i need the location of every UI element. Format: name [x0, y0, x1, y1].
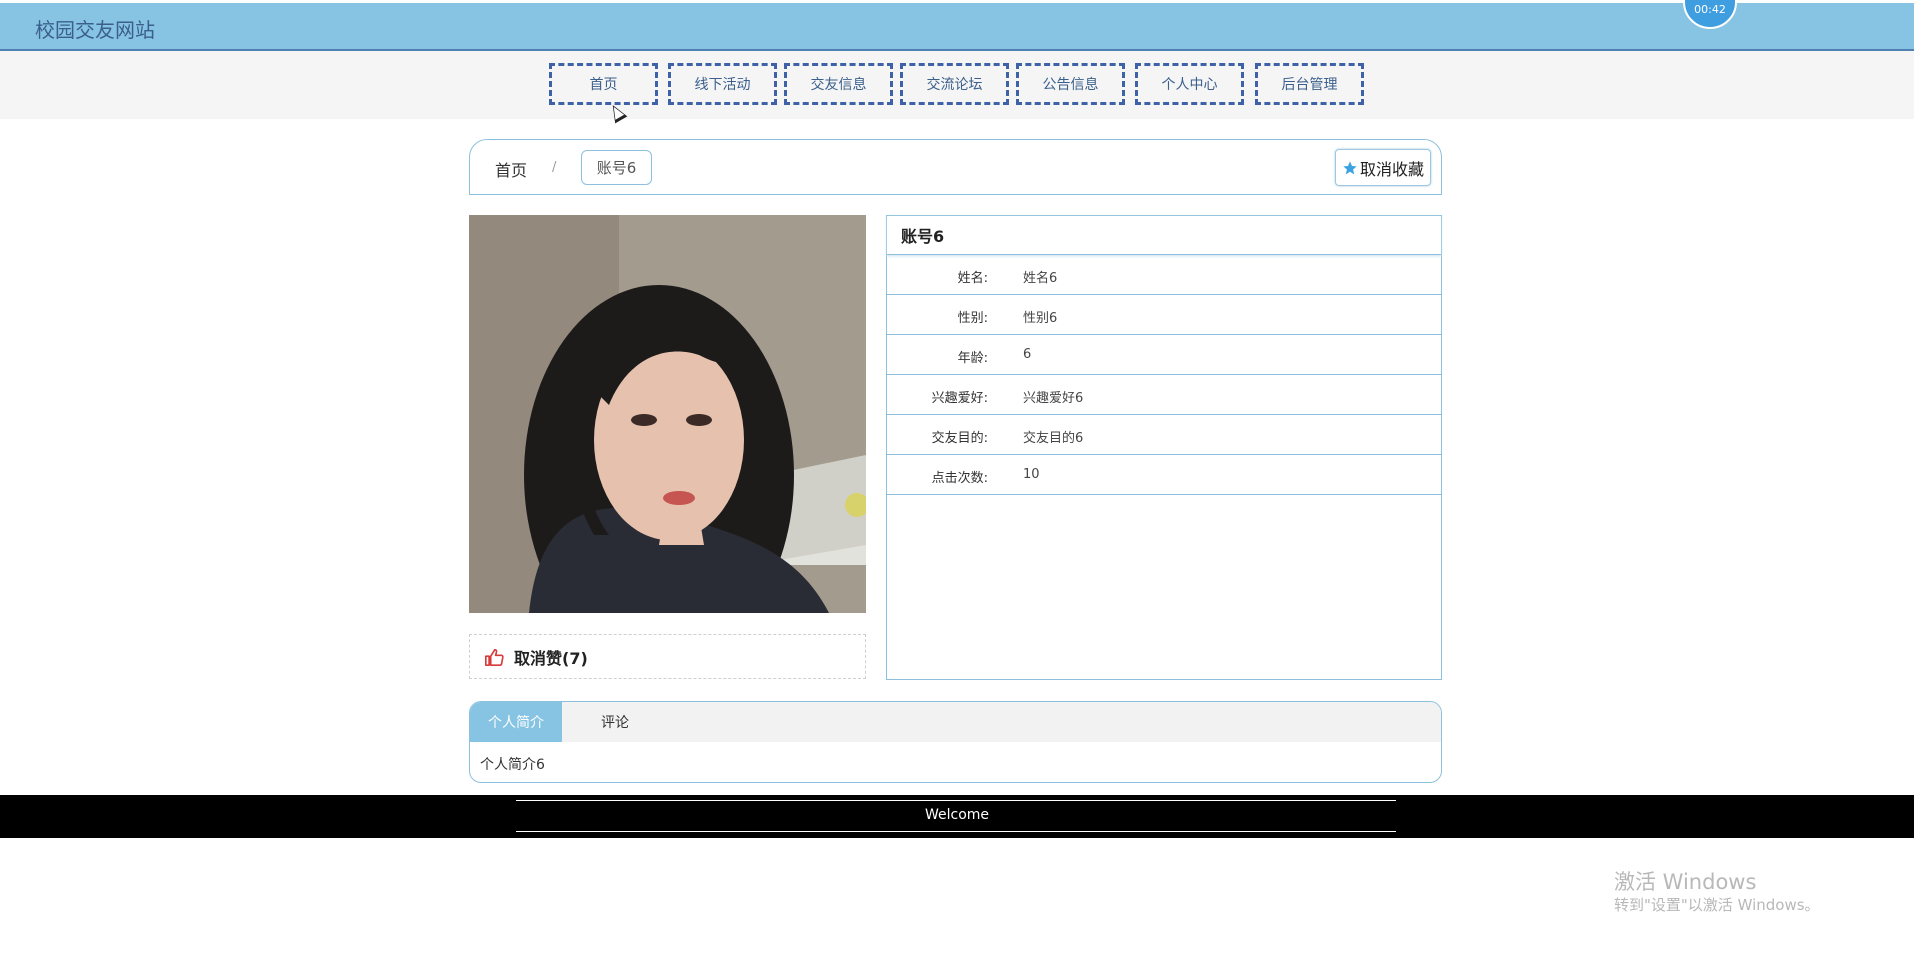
star-icon	[1343, 160, 1357, 174]
profile-title: 账号6	[887, 216, 1441, 255]
activation-watermark-title: 激活 Windows	[1614, 870, 1757, 894]
clock-widget: 00:42	[1683, 0, 1737, 29]
info-value-gender: 性别6	[1023, 311, 1058, 326]
nav-item-admin[interactable]: 后台管理	[1255, 63, 1364, 105]
breadcrumb-separator: /	[552, 160, 557, 175]
info-label-clicks: 点击次数:	[931, 471, 988, 486]
tab-strip: 个人简介 评论	[470, 702, 1441, 742]
nav-item-dating-info[interactable]: 交友信息	[784, 63, 893, 105]
info-value-purpose: 交友目的6	[1023, 431, 1084, 446]
breadcrumb-home[interactable]: 首页	[495, 157, 527, 181]
info-row: 兴趣爱好: 兴趣爱好6	[887, 375, 1441, 415]
info-value-name: 姓名6	[1023, 271, 1058, 286]
site-footer: Welcome	[0, 795, 1914, 838]
profile-photo	[469, 215, 866, 613]
site-header: 校园交友网站 00:42	[0, 0, 1914, 51]
like-button[interactable]: 取消赞(7)	[469, 634, 866, 679]
nav-item-offline-activities[interactable]: 线下活动	[668, 63, 777, 105]
info-row: 交友目的: 交友目的6	[887, 415, 1441, 455]
tab-comments[interactable]: 评论	[562, 702, 668, 742]
info-row: 性别: 性别6	[887, 295, 1441, 335]
footer-divider-bottom	[516, 831, 1396, 832]
info-label-purpose: 交友目的:	[931, 431, 988, 446]
nav-item-personal-center[interactable]: 个人中心	[1135, 63, 1244, 105]
nav-item-announcements[interactable]: 公告信息	[1016, 63, 1125, 105]
activation-watermark-hint: 转到"设置"以激活 Windows。	[1614, 896, 1820, 914]
unfavorite-button[interactable]: 取消收藏	[1335, 149, 1431, 186]
thumbs-up-icon	[485, 648, 504, 666]
unfavorite-label: 取消收藏	[1359, 159, 1424, 179]
breadcrumb-current: 账号6	[581, 150, 652, 185]
info-value-clicks: 10	[1023, 467, 1040, 482]
info-label-hobbies: 兴趣爱好:	[931, 391, 988, 406]
info-label-gender: 性别:	[957, 311, 988, 326]
footer-text: Welcome	[924, 807, 990, 823]
info-label-name: 姓名:	[957, 271, 988, 286]
nav-item-home[interactable]: 首页	[549, 63, 658, 105]
info-row: 年龄: 6	[887, 335, 1441, 375]
footer-divider-top	[516, 800, 1396, 801]
breadcrumb: 首页 / 账号6 取消收藏	[469, 139, 1442, 195]
info-label-age: 年龄:	[957, 351, 988, 366]
info-row: 点击次数: 10	[887, 455, 1441, 495]
info-value-age: 6	[1023, 347, 1032, 362]
tab-profile-intro[interactable]: 个人简介	[470, 702, 562, 742]
main-nav: 首页 线下活动 交友信息 交流论坛 公告信息 个人中心 后台管理	[0, 51, 1914, 119]
nav-item-forum[interactable]: 交流论坛	[900, 63, 1009, 105]
site-title[interactable]: 校园交友网站	[35, 14, 155, 43]
info-row: 姓名: 姓名6	[887, 255, 1441, 295]
like-label: 取消赞(7)	[514, 648, 588, 668]
detail-tabs: 个人简介 评论 个人简介6	[469, 701, 1442, 783]
profile-info-panel: 账号6 姓名: 姓名6 性别: 性别6 年龄: 6 兴趣爱好: 兴趣爱好6 交友…	[886, 215, 1442, 680]
tab-content: 个人简介6	[480, 757, 545, 773]
info-value-hobbies: 兴趣爱好6	[1023, 391, 1084, 406]
